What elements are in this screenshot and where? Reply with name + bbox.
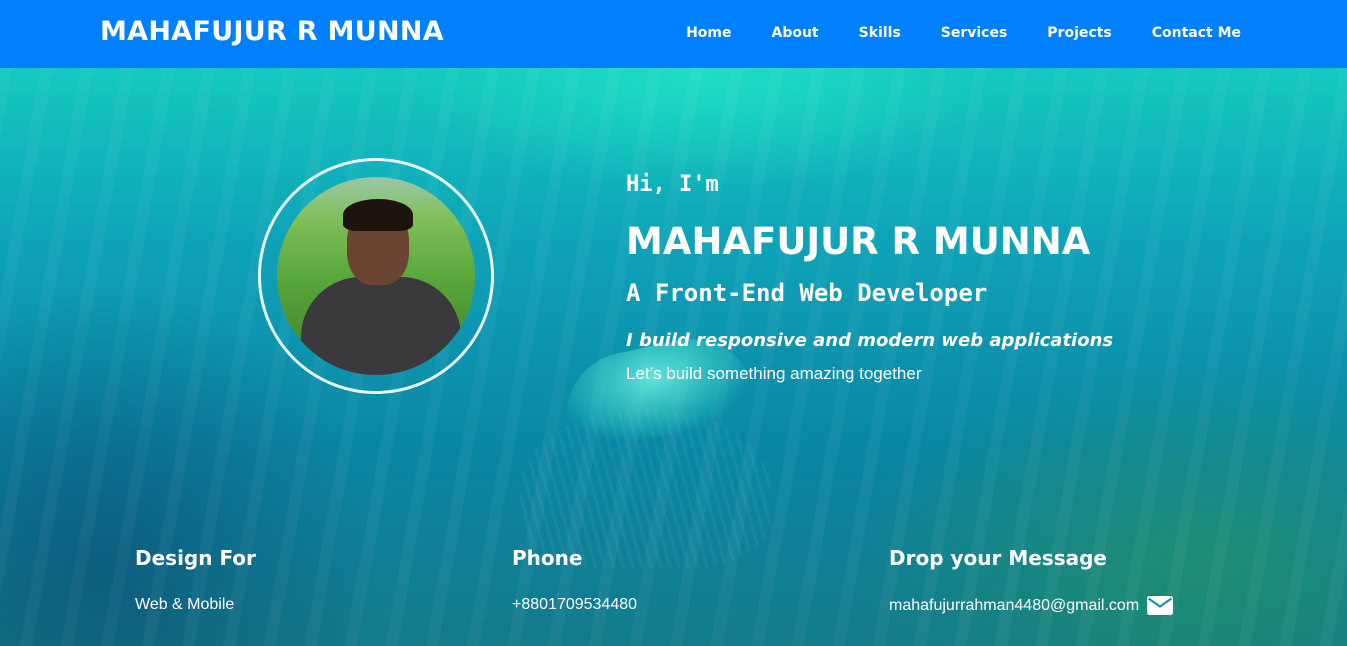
info-message-value: mahafujurrahman4480@gmail.com <box>889 596 1174 615</box>
brand-logo[interactable]: MAHAFUJUR R MUNNA <box>100 16 444 47</box>
subline-text: Let’s build something amazing together <box>626 364 922 383</box>
role-text: A Front-End Web Developer <box>626 279 988 307</box>
avatar-hair <box>343 199 413 231</box>
nav-link-home[interactable]: Home <box>686 25 731 41</box>
nav-link-skills[interactable]: Skills <box>859 25 901 41</box>
tagline-text: I build responsive and modern web applic… <box>626 330 1114 351</box>
info-design-value: Web & Mobile <box>135 596 256 614</box>
email-value-text[interactable]: mahafujurrahman4480@gmail.com <box>889 597 1139 615</box>
phone-value-text[interactable]: +8801709534480 <box>512 596 637 614</box>
info-design-title: Design For <box>135 546 256 570</box>
nav-link-projects[interactable]: Projects <box>1047 25 1111 41</box>
hero-name: MAHAFUJUR R MUNNA <box>626 220 1091 263</box>
info-phone: Phone +8801709534480 <box>512 546 637 614</box>
nav-link-contact[interactable]: Contact Me <box>1152 25 1241 41</box>
info-message-title: Drop your Message <box>889 546 1107 570</box>
info-message: Drop your Message mahafujurrahman4480@gm… <box>889 546 1174 615</box>
nav-link-about[interactable]: About <box>771 25 818 41</box>
info-design: Design For Web & Mobile <box>135 546 256 614</box>
avatar-body <box>301 277 461 375</box>
avatar <box>277 177 475 375</box>
info-phone-value: +8801709534480 <box>512 596 637 614</box>
navbar: MAHAFUJUR R MUNNA Home About Skills Serv… <box>0 0 1347 68</box>
hero-section: Hi, I'm MAHAFUJUR R MUNNA A Front-End We… <box>0 68 1347 646</box>
greeting-text: Hi, I'm <box>626 172 719 197</box>
jellyfish-tentacles <box>520 408 770 568</box>
envelope-icon[interactable] <box>1147 596 1174 615</box>
avatar-ring <box>258 158 494 394</box>
nav-link-services[interactable]: Services <box>941 25 1008 41</box>
nav-links: Home About Skills Services Projects Cont… <box>686 25 1241 41</box>
info-phone-title: Phone <box>512 546 583 570</box>
design-value-text: Web & Mobile <box>135 596 235 613</box>
